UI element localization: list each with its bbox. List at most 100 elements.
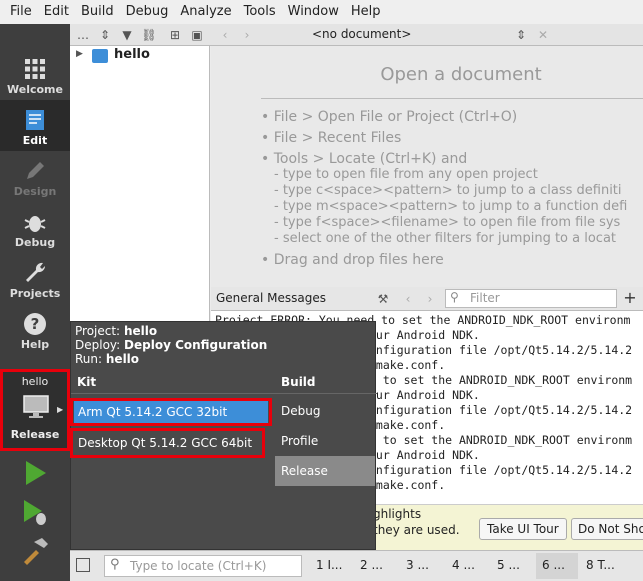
mode-welcome[interactable]: Welcome xyxy=(0,49,70,100)
run-label: Run: xyxy=(75,352,103,366)
build-item-debug[interactable]: Debug xyxy=(275,396,375,426)
output-tab[interactable]: 3 ... xyxy=(406,558,429,572)
close-pane-icon[interactable]: ▣ xyxy=(188,26,206,44)
mode-help[interactable]: ? Help xyxy=(0,304,70,355)
build-hammer-button[interactable] xyxy=(20,536,50,566)
output-tab[interactable]: 8 T... xyxy=(586,558,615,572)
pencil-icon xyxy=(27,162,44,179)
build-item-profile[interactable]: Profile xyxy=(275,426,375,456)
kit-selector-button[interactable]: hello ▶ Release xyxy=(0,369,70,451)
arrow-right-icon: ▶ xyxy=(57,405,64,414)
editor-hint: • File > Open File or Project (Ctrl+O) xyxy=(261,109,518,125)
toggle-sidebar-icon[interactable] xyxy=(76,558,90,572)
menubar: File Edit Build Debug Analyze Tools Wind… xyxy=(0,0,643,24)
message-line: d to set the ANDROID_NDK_ROOT environm xyxy=(369,373,633,387)
link-icon[interactable]: ⛓ xyxy=(140,26,158,44)
add-icon[interactable]: + xyxy=(621,289,639,307)
do-not-show-button[interactable]: Do Not Sho xyxy=(571,518,643,540)
locate-input[interactable]: ⚲ Type to locate (Ctrl+K) xyxy=(104,555,302,577)
mode-edit[interactable]: Edit xyxy=(0,100,70,151)
clear-icon[interactable]: ⚒ xyxy=(374,290,392,308)
menu-file[interactable]: File xyxy=(4,0,38,24)
mode-help-label: Help xyxy=(20,338,50,351)
output-tab-active[interactable]: 6 ... xyxy=(536,553,578,579)
prev-icon[interactable]: ‹ xyxy=(399,290,417,308)
mode-projects-label: Projects xyxy=(9,287,61,300)
message-line: our Android NDK. xyxy=(369,388,480,402)
popup-info: Project: hello Deploy: Deploy Configurat… xyxy=(75,324,267,366)
expand-arrow-icon[interactable]: ▶ xyxy=(76,49,83,59)
menu-debug[interactable]: Debug xyxy=(120,0,175,24)
menu-window[interactable]: Window xyxy=(282,0,345,24)
split-icon[interactable]: ⊞ xyxy=(166,26,184,44)
filter-input[interactable]: ⚲ Filter xyxy=(445,289,617,308)
divider xyxy=(71,393,377,394)
close-document-icon[interactable]: ✕ xyxy=(534,26,552,44)
project-tree: ▶ hello xyxy=(70,46,210,322)
kit-item-arm[interactable]: Arm Qt 5.14.2 GCC 32bit xyxy=(74,401,268,423)
document-toolbar: ‹ › <no document> ⇕ ✕ xyxy=(210,24,643,46)
run-value: hello xyxy=(105,352,140,366)
mode-debug[interactable]: Debug xyxy=(0,202,70,253)
output-tab[interactable]: 1 I... xyxy=(316,558,342,572)
deploy-value: Deploy Configuration xyxy=(124,338,268,352)
message-line: qmake.conf. xyxy=(369,478,446,492)
editor-subhint: - type f<space><filename> to open file f… xyxy=(274,215,621,230)
wrench-icon xyxy=(26,262,46,282)
message-line: onfiguration file /opt/Qt5.14.2/5.14.2 xyxy=(369,343,633,357)
editor-subhint: - type to open file from any open projec… xyxy=(274,167,538,182)
svg-text:?: ? xyxy=(31,315,40,333)
menu-analyze[interactable]: Analyze xyxy=(174,0,237,24)
message-line: qmake.conf. xyxy=(369,358,446,372)
build-item-release[interactable]: Release xyxy=(275,456,375,486)
kit-item-desktop[interactable]: Desktop Qt 5.14.2 GCC 64bit xyxy=(74,432,261,454)
status-bar: ⚲ Type to locate (Ctrl+K) 1 I... 2 ... 3… xyxy=(70,550,643,581)
editor-subhint: - type m<space><pattern> to jump to a fu… xyxy=(274,199,628,214)
search-icon: ⚲ xyxy=(110,557,120,572)
general-messages-toolbar: General Messages ⚒ ‹ › ⚲ Filter + xyxy=(211,287,643,311)
project-value: hello xyxy=(123,324,158,338)
document-selector[interactable]: <no document> xyxy=(312,27,411,41)
menu-edit[interactable]: Edit xyxy=(38,0,75,24)
editor-subhint: - select one of the other filters for ju… xyxy=(274,231,617,246)
next-icon[interactable]: › xyxy=(421,290,439,308)
output-tab[interactable]: 5 ... xyxy=(497,558,520,572)
menu-help[interactable]: Help xyxy=(345,0,387,24)
project-icon xyxy=(92,49,108,63)
take-ui-tour-button[interactable]: Take UI Tour xyxy=(479,518,567,540)
filter-icon[interactable]: ▼ xyxy=(118,26,136,44)
divider xyxy=(261,98,643,99)
message-line: onfiguration file /opt/Qt5.14.2/5.14.2 xyxy=(369,403,633,417)
mode-sidebar: Welcome Edit Design Debug Projects ? Hel… xyxy=(0,24,70,581)
editor-hint: • Drag and drop files here xyxy=(261,252,444,268)
grid-icon xyxy=(25,59,45,79)
project-root[interactable]: hello xyxy=(114,47,150,62)
editor-subhint: - type c<space><pattern> to jump to a cl… xyxy=(274,183,622,198)
mode-projects[interactable]: Projects xyxy=(0,253,70,304)
help-icon: ? xyxy=(24,313,46,335)
mode-edit-label: Edit xyxy=(22,134,48,147)
build-header: Build xyxy=(281,375,316,389)
open-document-title: Open a document xyxy=(380,64,542,85)
menu-build[interactable]: Build xyxy=(75,0,120,24)
mode-debug-label: Debug xyxy=(14,236,56,249)
forward-icon[interactable]: › xyxy=(238,26,256,44)
tour-text: ghlights xyxy=(373,507,422,521)
mode-design-label: Design xyxy=(13,185,57,198)
debug-run-button[interactable] xyxy=(20,497,50,527)
edit-document-icon xyxy=(26,110,44,130)
output-tab[interactable]: 2 ... xyxy=(360,558,383,572)
output-tab[interactable]: 4 ... xyxy=(452,558,475,572)
mode-welcome-label: Welcome xyxy=(7,83,63,96)
updown-icon[interactable]: ⇕ xyxy=(512,26,530,44)
mode-design[interactable]: Design xyxy=(0,151,70,202)
more-icon[interactable]: … xyxy=(74,26,92,44)
menu-tools[interactable]: Tools xyxy=(238,0,282,24)
run-button[interactable] xyxy=(20,458,50,488)
search-icon: ⚲ xyxy=(450,290,459,304)
filter-placeholder: Filter xyxy=(470,291,500,305)
back-icon[interactable]: ‹ xyxy=(216,26,234,44)
monitor-icon xyxy=(23,395,49,418)
kit-header: Kit xyxy=(77,375,97,389)
updown-icon[interactable]: ⇕ xyxy=(96,26,114,44)
